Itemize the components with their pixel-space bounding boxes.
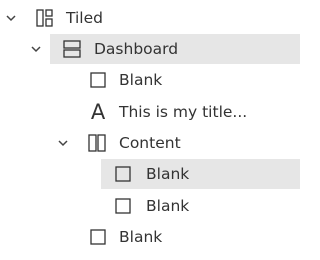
vertical-layout-icon <box>62 39 82 59</box>
tree-item-label: Blank <box>146 165 190 183</box>
tree-item-content[interactable]: Content <box>0 128 300 158</box>
chevron-down-icon[interactable] <box>56 136 70 150</box>
text-object-icon: A <box>90 100 106 124</box>
blank-object-icon <box>88 227 108 247</box>
tree-item-blank[interactable]: Blank <box>0 65 300 95</box>
tree-item-label: Blank <box>119 228 163 246</box>
tree-item-label: This is my title... <box>119 103 248 121</box>
horizontal-layout-icon <box>87 133 107 153</box>
blank-object-icon <box>88 70 108 90</box>
tree-item-blank[interactable]: Blank <box>0 191 300 221</box>
tree-item-label: Content <box>119 134 181 152</box>
tree-item-label: Dashboard <box>94 40 179 58</box>
tree-item-dashboard[interactable]: Dashboard <box>31 34 300 64</box>
tiled-container-icon <box>35 8 55 28</box>
tree-item-title[interactable]: A This is my title... <box>0 97 300 127</box>
tree-item-tiled[interactable]: Tiled <box>0 3 300 33</box>
chevron-down-icon[interactable] <box>4 11 18 25</box>
tree-item-label: Blank <box>119 71 163 89</box>
tree-item-blank[interactable]: Blank <box>101 159 300 189</box>
tree-item-label: Tiled <box>66 9 103 27</box>
blank-object-icon <box>113 164 133 184</box>
chevron-down-icon[interactable] <box>29 42 43 56</box>
tree-item-label: Blank <box>146 197 190 215</box>
tree-item-blank[interactable]: Blank <box>0 222 300 252</box>
blank-object-icon <box>113 196 133 216</box>
layout-tree: Tiled Dashboard Blank A This is my title… <box>0 0 300 260</box>
